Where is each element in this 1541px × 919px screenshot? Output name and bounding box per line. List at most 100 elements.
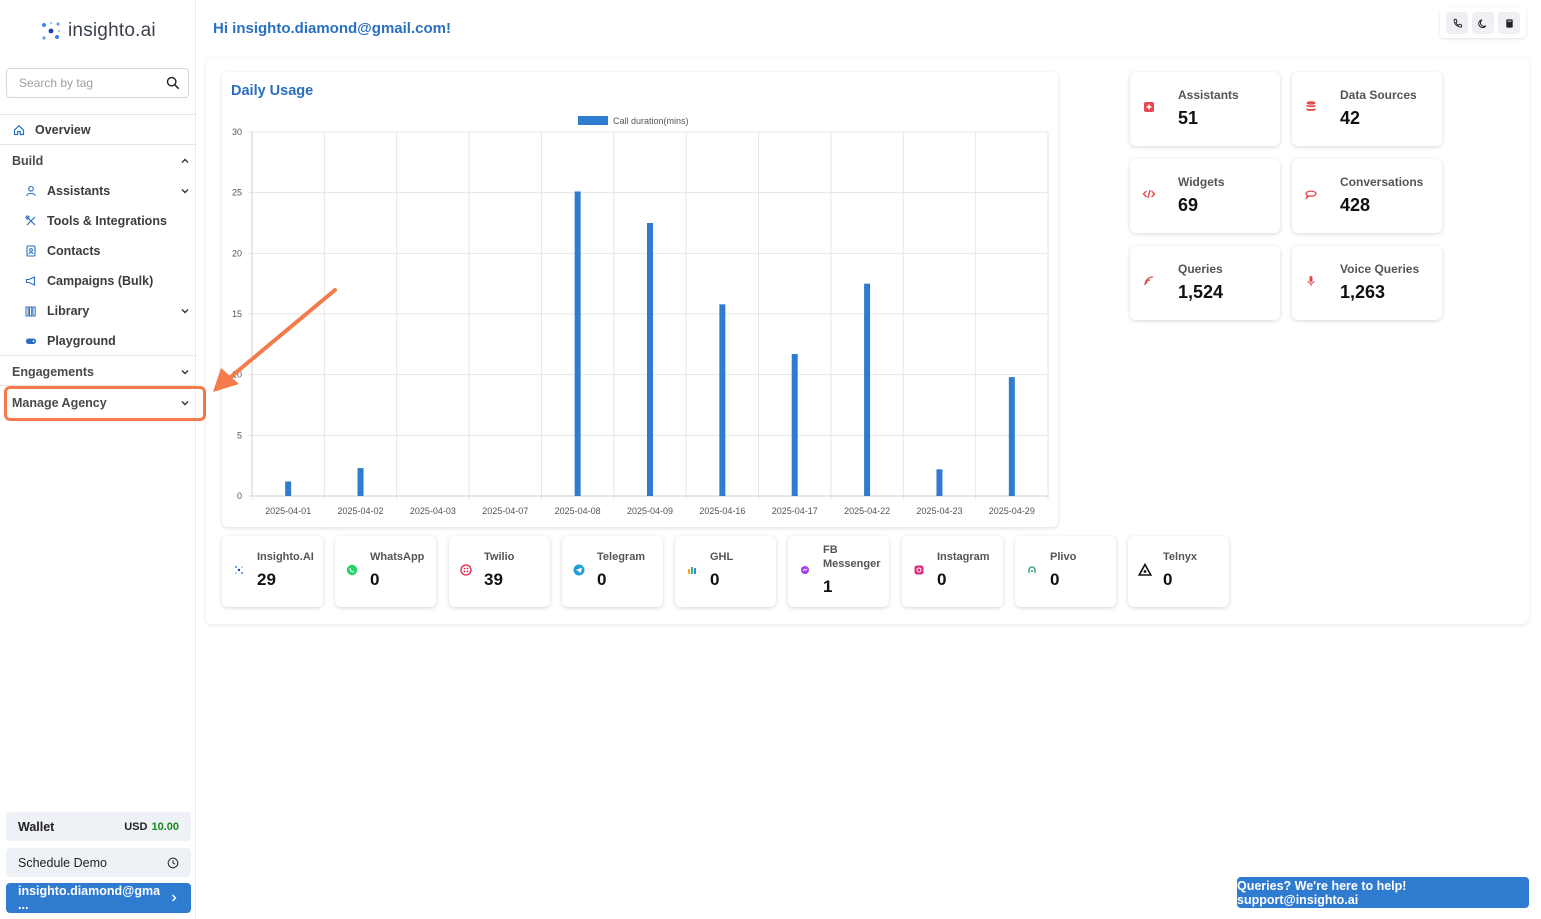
- channel-label: Telegram: [597, 551, 646, 563]
- nav-assistants-label: Assistants: [47, 184, 111, 198]
- channel-value: 0: [597, 570, 607, 589]
- phone-icon: [1453, 18, 1462, 27]
- legend-label: Call duration(mins): [613, 116, 689, 126]
- gamepad-icon: [24, 334, 38, 348]
- app-logo-text: insighto.ai: [68, 20, 156, 41]
- x-tick-label: 2025-04-22: [844, 506, 890, 516]
- daily-usage-chart: 0510152025302025-04-01 2025-04-02 2025-04-…: [232, 116, 1049, 516]
- legend-swatch: [578, 116, 608, 125]
- stat-value: 1,263: [1340, 282, 1386, 302]
- bar-2025-04-02: [357, 468, 364, 496]
- stat-label: Voice Queries: [1340, 262, 1420, 276]
- search-input[interactable]: [19, 76, 159, 90]
- y-tick-label: 5: [237, 430, 242, 440]
- stat-card-widgets[interactable]: Widgets 69: [1130, 159, 1280, 233]
- twilio-icon: [459, 563, 473, 577]
- user-email-label: insighto.diamond@gma ...: [18, 884, 161, 912]
- nav-tools-integrations[interactable]: Tools & Integrations: [24, 209, 190, 233]
- channel-value: 0: [370, 570, 380, 589]
- stat-card-data-sources[interactable]: Data Sources 42: [1292, 72, 1442, 146]
- x-tick-label: 2025-04-08: [555, 506, 601, 516]
- channel-value: 0: [1163, 570, 1173, 589]
- nav-contacts[interactable]: Contacts: [24, 239, 190, 263]
- stat-card-voice-queries[interactable]: Voice Queries 1,263: [1292, 246, 1442, 320]
- x-tick-label: 2025-04-01: [265, 506, 311, 516]
- user-icon: [24, 184, 38, 198]
- nav-tools-label: Tools & Integrations: [47, 214, 167, 228]
- database-icon: [1306, 101, 1316, 111]
- nav-section-build[interactable]: Build: [12, 149, 190, 173]
- stat-card-assistants[interactable]: Assistants 51: [1130, 72, 1280, 146]
- telegram-icon: [572, 563, 586, 577]
- home-icon: [12, 123, 26, 137]
- insighto-logo-icon: [42, 21, 61, 40]
- wallet-card[interactable]: Wallet USD 10.00: [6, 812, 191, 841]
- stat-value: 51: [1178, 108, 1199, 128]
- chevron-down-icon: [181, 309, 189, 314]
- stat-card-queries[interactable]: Queries 1,524: [1130, 246, 1280, 320]
- wallet-balance: USD 10.00: [124, 821, 179, 833]
- nav-campaigns[interactable]: Campaigns (Bulk): [24, 269, 190, 293]
- stat-value: 69: [1178, 195, 1199, 215]
- channel-value: 0: [937, 570, 947, 589]
- x-tick-label: 2025-04-16: [699, 506, 745, 516]
- channel-card-telegram[interactable]: Telegram 0: [562, 536, 663, 607]
- nav-library[interactable]: Library: [24, 299, 190, 323]
- megaphone-icon: [24, 274, 38, 288]
- contacts-icon: [24, 244, 38, 258]
- stat-value: 42: [1340, 108, 1361, 128]
- plivo-icon: [1025, 563, 1039, 577]
- schedule-demo-button[interactable]: Schedule Demo: [6, 848, 191, 877]
- help-doc-button[interactable]: [1498, 12, 1520, 34]
- search-box: [6, 68, 189, 98]
- top-toolbar: [1440, 8, 1526, 38]
- library-icon: [24, 304, 38, 318]
- channel-card-fb-messenger[interactable]: FB Messenger 1: [788, 536, 889, 607]
- theme-toggle-button[interactable]: [1472, 12, 1494, 34]
- channel-card-telnyx[interactable]: Telnyx 0: [1128, 536, 1229, 607]
- channel-value: 1: [823, 577, 833, 596]
- stat-label: Conversations: [1340, 175, 1424, 189]
- phone-button[interactable]: [1446, 12, 1468, 34]
- wallet-amount: 10.00: [151, 820, 179, 833]
- channel-card-ghl[interactable]: GHL 0: [675, 536, 776, 607]
- nav-overview[interactable]: Overview: [12, 118, 190, 142]
- channel-label: FB Messenger: [823, 544, 881, 570]
- nav-library-label: Library: [47, 304, 90, 318]
- stat-value: 428: [1340, 195, 1371, 215]
- channel-value: 0: [1050, 570, 1060, 589]
- channel-card-whatsapp[interactable]: WhatsApp 0: [335, 536, 436, 607]
- app-logo[interactable]: insighto.ai: [40, 20, 156, 42]
- stat-label: Queries: [1178, 262, 1223, 276]
- x-tick-label: 2025-04-02: [338, 506, 384, 516]
- x-tick-label: 2025-04-29: [989, 506, 1035, 516]
- bar-2025-04-29: [1008, 377, 1015, 496]
- channel-card-plivo[interactable]: Plivo 0: [1015, 536, 1116, 607]
- channel-card-twilio[interactable]: Twilio 39: [449, 536, 550, 607]
- user-account-button[interactable]: insighto.diamond@gma ...: [6, 883, 191, 913]
- stat-card-conversations[interactable]: Conversations 428: [1292, 159, 1442, 233]
- chevron-down-icon: [181, 189, 189, 194]
- instagram-icon: [912, 563, 926, 577]
- support-help-button[interactable]: Queries? We're here to help! support@ins…: [1237, 877, 1529, 908]
- bar-2025-04-09: [647, 223, 653, 496]
- nav-section-engagements[interactable]: Engagements: [12, 360, 190, 384]
- bar-2025-04-08: [574, 191, 581, 496]
- code-icon: [1142, 189, 1156, 199]
- x-tick-label: 2025-04-07: [482, 506, 528, 516]
- queries-icon: [1144, 276, 1154, 286]
- telnyx-icon: [1138, 563, 1152, 577]
- search-icon[interactable]: [166, 76, 180, 90]
- channel-card-instagram[interactable]: Instagram 0: [902, 536, 1003, 607]
- x-tick-label: 2025-04-09: [627, 506, 673, 516]
- microphone-icon: [1307, 276, 1315, 286]
- chevron-up-icon: [181, 158, 189, 163]
- nav-assistants[interactable]: Assistants: [24, 179, 190, 203]
- bar-2025-04-01: [285, 481, 292, 496]
- y-tick-label: 30: [232, 127, 242, 137]
- channel-label: GHL: [710, 551, 734, 563]
- nav-build-label: Build: [12, 154, 44, 168]
- channel-card-insighto[interactable]: Insighto.AI 29: [222, 536, 323, 607]
- divider: [0, 144, 196, 145]
- nav-playground[interactable]: Playground: [24, 329, 190, 353]
